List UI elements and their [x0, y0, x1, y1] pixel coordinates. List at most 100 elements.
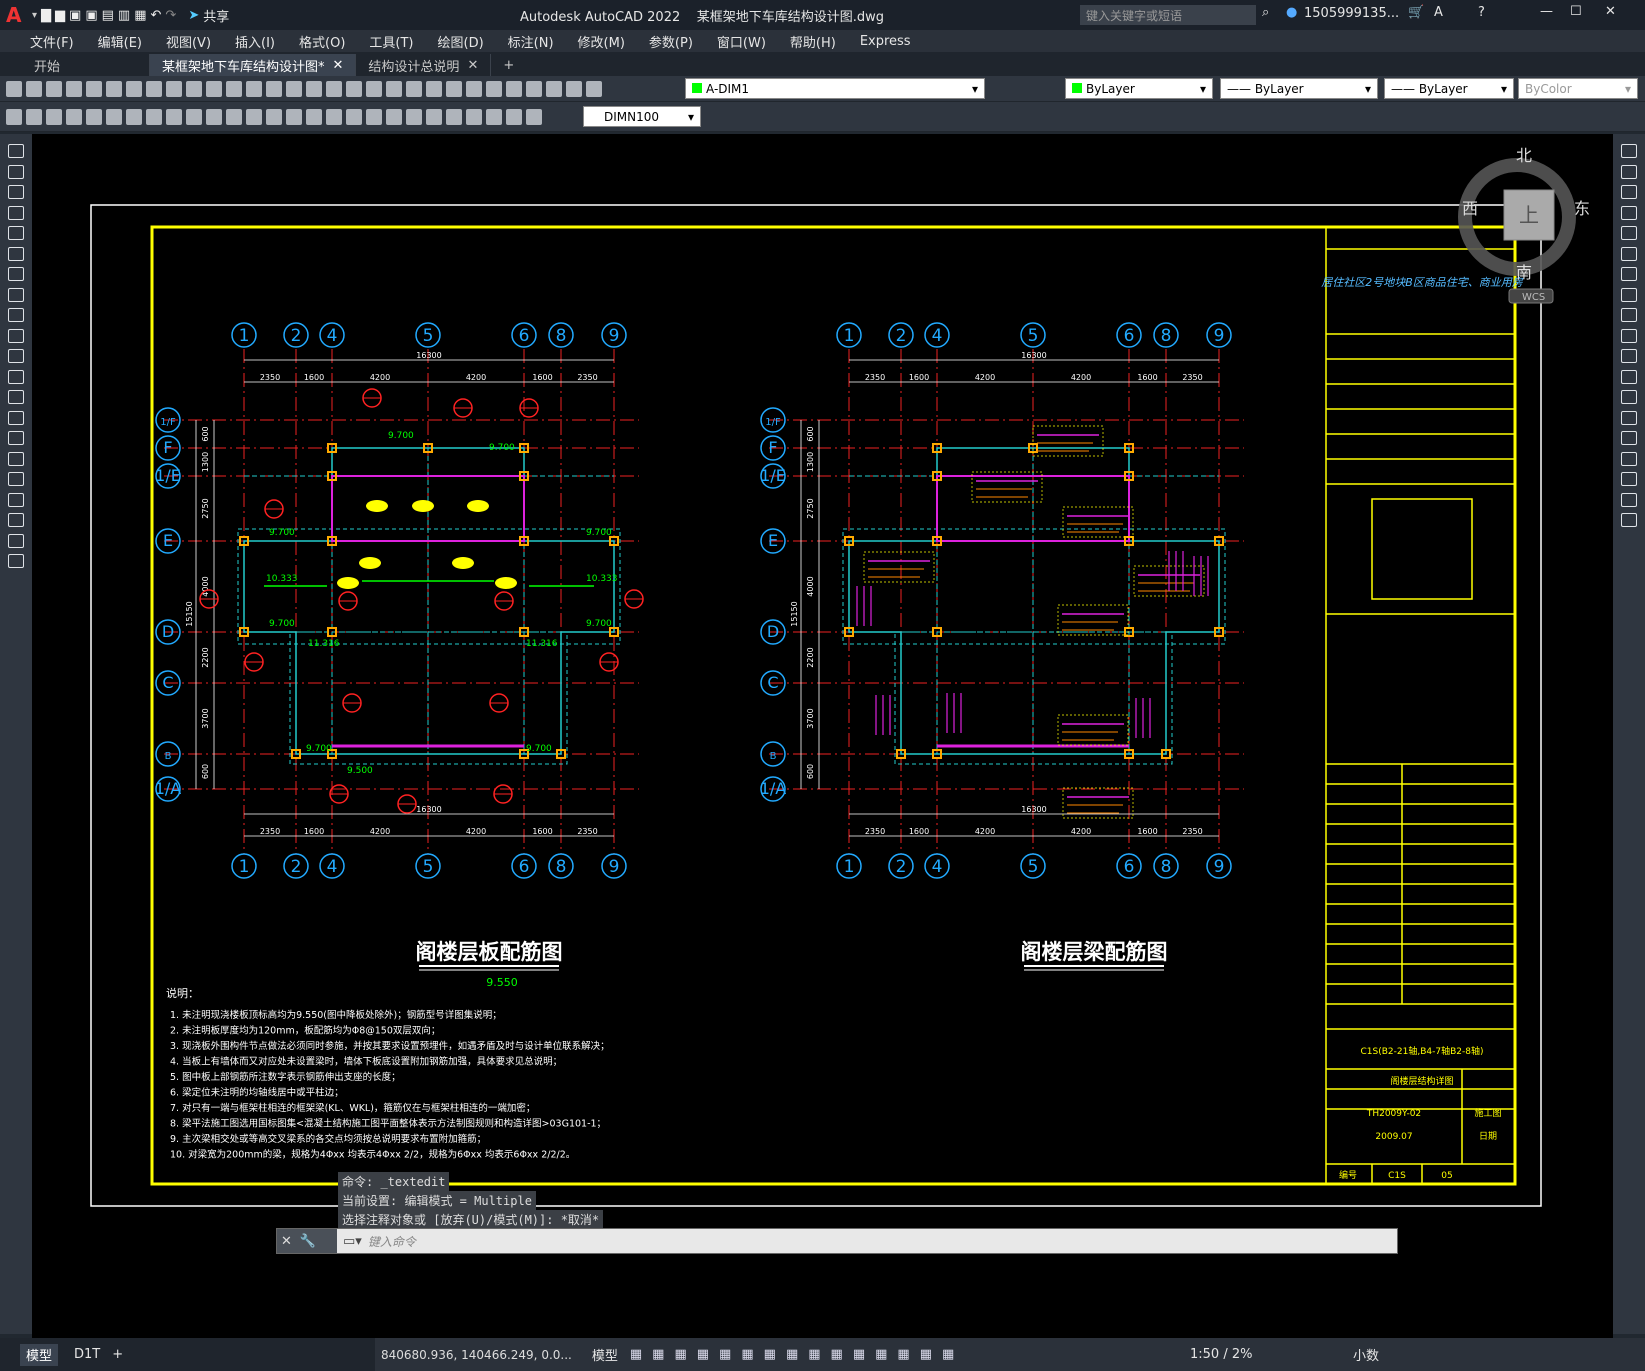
drawing-canvas[interactable]: 居住社区2号地块B区商品住宅、商业用房 C1S(B2-21轴,B4-7轴B2-8…	[32, 134, 1613, 1338]
standard-tool-icon-1[interactable]	[26, 80, 42, 97]
user-icon[interactable]: ●	[1286, 5, 1297, 20]
standard-tool-icon-24[interactable]	[486, 80, 502, 97]
command-line[interactable]: ✕ 🔧 ▭▾ 键入命令	[276, 1228, 1398, 1254]
dim-tool-icon-1[interactable]	[26, 108, 42, 125]
dim-tool-icon-22[interactable]	[446, 108, 462, 125]
grid-icon[interactable]: ▦	[630, 1347, 642, 1362]
standard-tool-icon-9[interactable]	[186, 80, 202, 97]
standard-tool-icon-20[interactable]	[406, 80, 422, 97]
standard-tool-icon-21[interactable]	[426, 80, 442, 97]
dim-tool-icon-10[interactable]	[206, 108, 222, 125]
draw-tool-icon-7[interactable]	[8, 287, 24, 302]
dim-tool-icon-17[interactable]	[346, 108, 362, 125]
dim-tool-icon-26[interactable]	[526, 108, 542, 125]
draw-tool-icon-9[interactable]	[8, 328, 24, 343]
draw-tool-icon-11[interactable]	[8, 369, 24, 384]
modify-tool-icon-4[interactable]	[1621, 226, 1637, 240]
search-icon[interactable]: ⌕	[1262, 5, 1269, 20]
plotstyle-select[interactable]: ByColor ▾	[1518, 78, 1638, 99]
modify-tool-icon-7[interactable]	[1621, 287, 1637, 302]
menu-item-5[interactable]: 工具(T)	[357, 32, 425, 51]
modify-tool-icon-13[interactable]	[1621, 410, 1637, 425]
modify-tool-icon-8[interactable]	[1621, 308, 1637, 322]
standard-tool-icon-6[interactable]	[126, 80, 142, 97]
modify-tool-icon-12[interactable]	[1621, 390, 1637, 404]
modify-tool-icon-15[interactable]	[1621, 451, 1637, 466]
menu-item-3[interactable]: 插入(I)	[223, 32, 287, 51]
standard-tool-icon-0[interactable]	[6, 80, 22, 97]
standard-tool-icon-11[interactable]	[226, 80, 242, 97]
standard-tool-icon-13[interactable]	[266, 80, 282, 97]
standard-tool-icon-2[interactable]	[46, 80, 62, 97]
modify-tool-icon-2[interactable]	[1621, 185, 1637, 199]
menu-item-0[interactable]: 文件(F)	[18, 32, 86, 51]
draw-tool-icon-18[interactable]	[8, 513, 24, 527]
gizmo-icon[interactable]: ▦	[831, 1347, 843, 1362]
draw-tool-icon-8[interactable]	[8, 308, 24, 322]
dim-tool-icon-11[interactable]	[226, 108, 242, 125]
menu-item-6[interactable]: 绘图(D)	[426, 32, 496, 51]
standard-tool-icon-14[interactable]	[286, 80, 302, 97]
close-icon[interactable]: ✕	[333, 58, 344, 73]
draw-tool-icon-12[interactable]	[8, 390, 24, 404]
menu-item-9[interactable]: 参数(P)	[637, 32, 705, 51]
modify-tool-icon-16[interactable]	[1621, 472, 1637, 486]
dim-tool-icon-19[interactable]	[386, 108, 402, 125]
standard-tool-icon-12[interactable]	[246, 80, 262, 97]
menu-item-12[interactable]: Express	[848, 34, 923, 49]
user-name[interactable]: 1505999135...	[1304, 6, 1399, 21]
modify-tool-icon-14[interactable]	[1621, 431, 1637, 445]
layer-select[interactable]: A-DIM1 ▾	[685, 78, 985, 99]
search-input[interactable]: 键入关键字或短语	[1080, 5, 1256, 25]
standard-tool-icon-25[interactable]	[506, 80, 522, 97]
dim-tool-icon-7[interactable]	[146, 108, 162, 125]
tab-drawing[interactable]: 某框架地下车库结构设计图* ✕	[150, 54, 357, 76]
dim-tool-icon-2[interactable]	[46, 108, 62, 125]
wrench-icon[interactable]: 🔧	[300, 1234, 316, 1249]
print-icon[interactable]: ▦	[134, 8, 146, 23]
modify-tool-icon-0[interactable]	[1621, 144, 1637, 158]
web-open-icon[interactable]: ▤	[102, 8, 114, 23]
viewcube-top[interactable]: 上	[1519, 203, 1539, 227]
menu-item-10[interactable]: 窗口(W)	[705, 32, 778, 51]
undo-icon[interactable]: ↶	[151, 8, 162, 23]
standard-tool-icon-10[interactable]	[206, 80, 222, 97]
close-icon[interactable]: ✕	[467, 58, 478, 73]
lineweight-icon[interactable]: ▦	[764, 1347, 776, 1362]
units-select[interactable]: 小数	[1347, 1345, 1385, 1364]
color-select[interactable]: ByLayer ▾	[1065, 78, 1213, 99]
dim-tool-icon-20[interactable]	[406, 108, 422, 125]
dim-tool-icon-24[interactable]	[486, 108, 502, 125]
draw-tool-icon-19[interactable]	[8, 533, 24, 548]
customize-icon[interactable]: ▦	[942, 1347, 954, 1362]
add-layout-icon[interactable]: +	[106, 1347, 129, 1362]
selection-icon[interactable]: ▦	[808, 1347, 820, 1362]
minimize-icon[interactable]: —	[1540, 4, 1553, 19]
modify-tool-icon-17[interactable]	[1621, 492, 1637, 507]
dim-tool-icon-25[interactable]	[506, 108, 522, 125]
connect-icon[interactable]: A	[1434, 5, 1443, 20]
fullscreen-icon[interactable]: ▦	[920, 1347, 932, 1362]
dim-tool-icon-3[interactable]	[66, 108, 82, 125]
web-save-icon[interactable]: ▥	[118, 8, 130, 23]
cart-icon[interactable]: 🛒	[1408, 5, 1424, 20]
dim-tool-icon-0[interactable]	[6, 108, 22, 125]
menu-item-2[interactable]: 视图(V)	[154, 32, 223, 51]
dim-tool-icon-8[interactable]	[166, 108, 182, 125]
dim-tool-icon-9[interactable]	[186, 108, 202, 125]
standard-tool-icon-5[interactable]	[106, 80, 122, 97]
redo-icon[interactable]: ↷	[165, 8, 176, 23]
draw-tool-icon-5[interactable]	[8, 246, 24, 261]
workspace-icon[interactable]: ▦	[875, 1347, 887, 1362]
saveas-icon[interactable]: ▣	[85, 8, 97, 23]
cad-drawing[interactable]: 居住社区2号地块B区商品住宅、商业用房 C1S(B2-21轴,B4-7轴B2-8…	[32, 134, 1613, 1338]
menu-item-7[interactable]: 标注(N)	[496, 32, 566, 51]
share-label[interactable]: 共享	[203, 6, 229, 25]
app-menu-chevron-icon[interactable]: ▾	[32, 10, 37, 21]
modify-tool-icon-18[interactable]	[1621, 513, 1637, 527]
draw-tool-icon-17[interactable]	[8, 492, 24, 507]
standard-tool-icon-3[interactable]	[66, 80, 82, 97]
dim-tool-icon-5[interactable]	[106, 108, 122, 125]
modify-tool-icon-3[interactable]	[1621, 205, 1637, 220]
modify-tool-icon-11[interactable]	[1621, 369, 1637, 384]
